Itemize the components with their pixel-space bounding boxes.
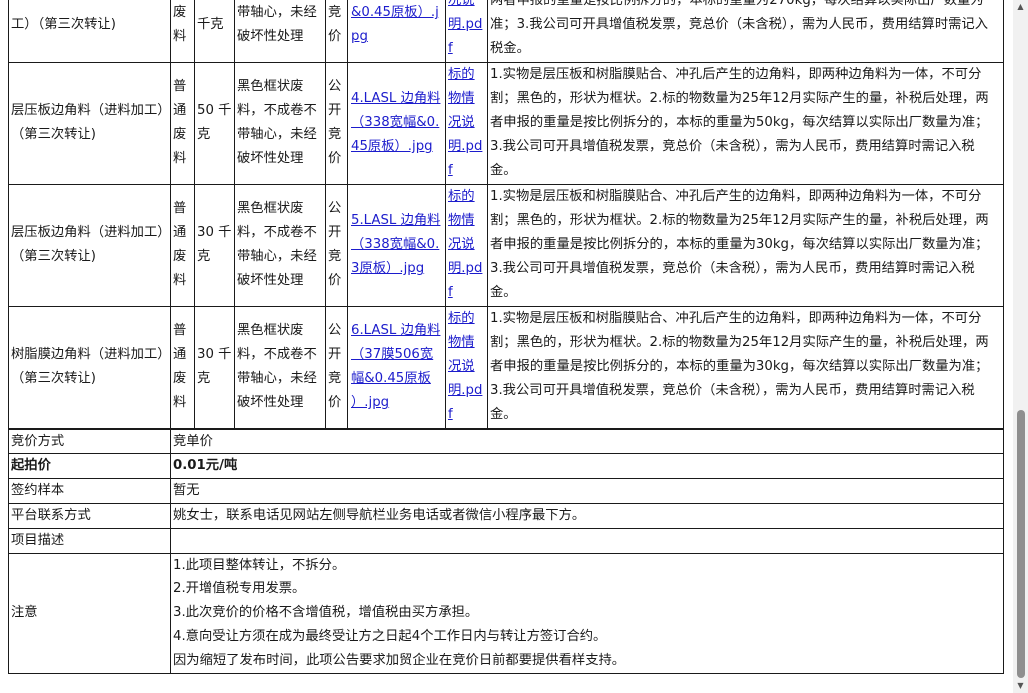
item-name-cell: 工）（第三次转让) — [8, 0, 171, 63]
contact-label: 平台联系方式 — [8, 503, 171, 529]
sample-row: 签约样本 暂无 — [8, 478, 1004, 505]
item-note: 1.实物是层压板和树脂膜贴合、冲孔后产生的边角料，即两种边角料为一体，不可分割；… — [490, 66, 989, 179]
item-type: 普通废料 — [173, 200, 187, 289]
item-name-cell: 层压板边角料（进料加工）（第三次转让) — [8, 183, 171, 307]
item-info-link[interactable]: 况说明.pdf — [448, 0, 482, 56]
item-name-cell: 树脂膜边角料（进料加工）（第三次转让) — [8, 305, 171, 429]
item-description-cell: 黑色框状废料，不成卷不带轴心，未经破坏性处理 — [234, 305, 326, 429]
start-price-value: 0.01元/吨 — [170, 453, 1004, 480]
item-image-link-cell: &0.45原板）.jpg — [347, 0, 446, 63]
scroll-down-arrow-icon[interactable]: ▼ — [1013, 679, 1028, 693]
item-description-cell: 黑色框状废料，不成卷不带轴心，未经破坏性处理 — [234, 61, 326, 185]
item-name: 树脂膜边角料（进料加工）（第三次转让) — [11, 346, 164, 387]
item-description: 黑色框状废料，不成卷不带轴心，未经破坏性处理 — [237, 200, 317, 289]
item-row: 层压板边角料（进料加工）（第三次转让) 普通废料 50 千克 黑色框状废料，不成卷不带… — [8, 61, 1004, 185]
item-row: 树脂膜边角料（进料加工）（第三次转让) 普通废料 30 千克 黑色框状废料，不成卷不带… — [8, 305, 1004, 429]
contact-row: 平台联系方式 姚女士，联系电话见网站左侧导航栏业务电话或者微信小程序最下方。 — [8, 503, 1004, 529]
item-type-cell: 普通废料 — [170, 61, 195, 185]
item-info-link[interactable]: 标的物情况说明.pdf — [448, 311, 482, 423]
item-description-cell: 黑色框状废料，不成卷不带轴心，未经破坏性处理 — [234, 183, 326, 307]
item-name-cell: 层压板边角料（进料加工）（第三次转让) — [8, 61, 171, 185]
item-description: 黑色框状废料，不成卷不带轴心，未经破坏性处理 — [237, 322, 317, 411]
item-trade-mode: 竞价 — [328, 5, 342, 45]
item-image-link-cell: 5.LASL 边角料（338宽幅&0.3原板）.jpg — [347, 183, 446, 307]
items-table: 工）（第三次转让) 废料 千克 带轴心，未经破坏性处理 竞价 &0.45原板）.jpg 况说… — [8, 0, 1004, 429]
item-quantity-cell: 50 千克 — [194, 61, 235, 185]
item-info-link-cell: 标的物情况说明.pdf — [445, 61, 488, 185]
item-note-cell: 1.实物是层压板和树脂膜贴合、冲孔后产生的边角料，即两种边角料为一体，不可分割；… — [487, 305, 1004, 429]
bid-method-value: 竞单价 — [170, 428, 1004, 455]
item-info-link-cell: 况说明.pdf — [445, 0, 488, 63]
item-name: 工）（第三次转让) — [11, 17, 116, 33]
start-price-row: 起拍价 0.01元/吨 — [8, 453, 1004, 480]
bid-method-label: 竞价方式 — [8, 428, 171, 455]
sample-label: 签约样本 — [8, 478, 171, 505]
item-description-cell: 带轴心，未经破坏性处理 — [234, 0, 326, 63]
item-image-link[interactable]: 5.LASL 边角料（338宽幅&0.3原板）.jpg — [351, 213, 440, 276]
item-note-cell: 1.实物是层压板和树脂膜贴合、冲孔后产生的边角料，即两种边角料为一体，不可分割；… — [487, 61, 1004, 185]
item-quantity: 30 千克 — [197, 346, 232, 387]
notice-label: 注意 — [8, 552, 171, 674]
item-type: 普通废料 — [173, 322, 187, 411]
item-info-link-cell: 标的物情况说明.pdf — [445, 183, 488, 307]
item-quantity: 30 千克 — [197, 224, 232, 265]
item-description: 带轴心，未经破坏性处理 — [237, 5, 317, 45]
item-note: 两者申报的重量是按比例拆分的，本标的重量为270kg，每次结算以实际出厂数量为准… — [490, 0, 989, 57]
item-info-link-cell: 标的物情况说明.pdf — [445, 305, 488, 429]
item-type: 废料 — [173, 5, 187, 45]
vertical-scrollbar[interactable]: ▲ ▼ — [1013, 0, 1028, 693]
item-image-link-cell: 4.LASL 边角料（338宽幅&0.45原板）.jpg — [347, 61, 446, 185]
item-note: 1.实物是层压板和树脂膜贴合、冲孔后产生的边角料，即两种边角料为一体，不可分割；… — [490, 310, 989, 423]
item-trade-mode: 公开竞价 — [328, 78, 342, 167]
item-info-link[interactable]: 标的物情况说明.pdf — [448, 189, 482, 301]
notice-line: 3.此次竞价的价格不含增值税，增值税由买方承担。 — [173, 605, 479, 621]
bid-method-row: 竞价方式 竞单价 — [8, 428, 1004, 455]
item-trade-mode: 公开竞价 — [328, 200, 342, 289]
item-row: 工）（第三次转让) 废料 千克 带轴心，未经破坏性处理 竞价 &0.45原板）.jpg 况说… — [8, 0, 1004, 63]
item-row: 层压板边角料（进料加工）（第三次转让) 普通废料 30 千克 黑色框状废料，不成卷不带… — [8, 183, 1004, 307]
item-type: 普通废料 — [173, 78, 187, 167]
project-desc-label: 项目描述 — [8, 527, 171, 554]
item-info-link[interactable]: 标的物情况说明.pdf — [448, 67, 482, 179]
item-trade-mode: 公开竞价 — [328, 322, 342, 411]
item-quantity-cell: 30 千克 — [194, 183, 235, 307]
item-quantity-cell: 千克 — [194, 0, 235, 63]
start-price-label: 起拍价 — [8, 453, 171, 480]
info-table: 竞价方式 竞单价 起拍价 0.01元/吨 签约样本 暂无 平台联系方式 姚女士，… — [8, 428, 1004, 674]
item-note-cell: 1.实物是层压板和树脂膜贴合、冲孔后产生的边角料，即两种边角料为一体，不可分割；… — [487, 183, 1004, 307]
item-type-cell: 普通废料 — [170, 183, 195, 307]
item-image-link[interactable]: &0.45原板）.jpg — [351, 5, 439, 44]
scroll-up-arrow-icon[interactable]: ▲ — [1013, 0, 1028, 14]
item-note-cell: 两者申报的重量是按比例拆分的，本标的重量为270kg，每次结算以实际出厂数量为准… — [487, 0, 1004, 63]
item-name: 层压板边角料（进料加工）（第三次转让) — [11, 102, 164, 143]
item-note: 1.实物是层压板和树脂膜贴合、冲孔后产生的边角料，即两种边角料为一体，不可分割；… — [490, 188, 989, 301]
listing-page: 工）（第三次转让) 废料 千克 带轴心，未经破坏性处理 竞价 &0.45原板）.jpg 况说… — [8, 0, 1004, 674]
notice-value: 1.此项目整体转让，不拆分。 2.开增值税专用发票。 3.此次竞价的价格不含增值… — [170, 552, 1004, 674]
item-image-link[interactable]: 6.LASL 边角料（37膜506宽幅&0.45原板 ）.jpg — [351, 323, 440, 411]
item-trade-mode-cell: 公开竞价 — [325, 305, 348, 429]
item-type-cell: 普通废料 — [170, 305, 195, 429]
notice-line: 4.意向受让方须在成为最终受让方之日起4个工作日内与转让方签订合约。 — [173, 629, 607, 645]
item-quantity: 50 千克 — [197, 102, 232, 143]
item-trade-mode-cell: 竞价 — [325, 0, 348, 63]
notice-line: 2.开增值税专用发票。 — [173, 581, 306, 597]
item-quantity-cell: 30 千克 — [194, 305, 235, 429]
notice-line: 因为缩短了发布时间，此项公告要求加贸企业在竞价日前都要提供看样支持。 — [173, 652, 626, 668]
sample-value: 暂无 — [170, 478, 1004, 505]
project-desc-row: 项目描述 — [8, 527, 1004, 554]
item-image-link[interactable]: 4.LASL 边角料（338宽幅&0.45原板）.jpg — [351, 91, 440, 154]
item-description: 黑色框状废料，不成卷不带轴心，未经破坏性处理 — [237, 78, 317, 167]
item-trade-mode-cell: 公开竞价 — [325, 183, 348, 307]
item-type-cell: 废料 — [170, 0, 195, 63]
notice-line: 1.此项目整体转让，不拆分。 — [173, 557, 346, 573]
contact-value: 姚女士，联系电话见网站左侧导航栏业务电话或者微信小程序最下方。 — [170, 503, 1004, 529]
scroll-thumb[interactable] — [1017, 410, 1025, 678]
item-quantity: 千克 — [197, 17, 224, 33]
project-desc-value — [170, 527, 1004, 554]
notice-row: 注意 1.此项目整体转让，不拆分。 2.开增值税专用发票。 3.此次竞价的价格不… — [8, 552, 1004, 674]
item-name: 层压板边角料（进料加工）（第三次转让) — [11, 224, 164, 265]
item-image-link-cell: 6.LASL 边角料（37膜506宽幅&0.45原板 ）.jpg — [347, 305, 446, 429]
item-trade-mode-cell: 公开竞价 — [325, 61, 348, 185]
